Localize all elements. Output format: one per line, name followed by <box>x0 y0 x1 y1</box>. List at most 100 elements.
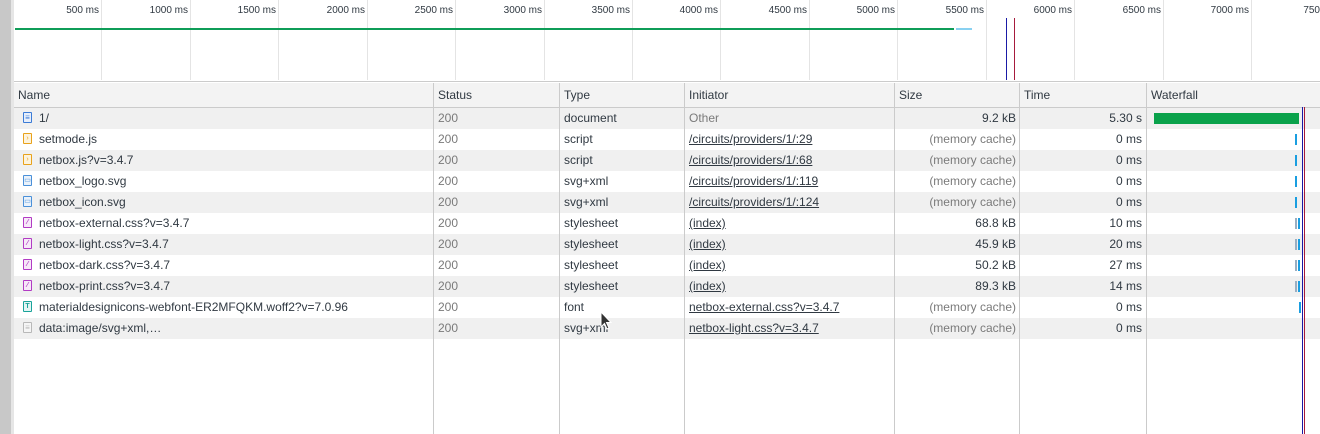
network-overview[interactable]: 500 ms 1000 ms 1500 ms 2000 ms 2500 ms 3… <box>14 0 1320 82</box>
column-header-status[interactable]: Status <box>434 83 472 107</box>
initiator-link[interactable]: (index) <box>689 276 889 297</box>
tick-line <box>367 0 368 80</box>
table-row[interactable]: netbox-dark.css?v=3.4.7 200 stylesheet (ind… <box>14 255 1320 276</box>
waterfall-bar <box>1295 239 1297 250</box>
initiator-text: Other <box>689 111 720 125</box>
request-time: 10 ms <box>1109 216 1142 230</box>
column-header-size[interactable]: Size <box>895 83 922 107</box>
column-divider[interactable] <box>894 83 895 434</box>
request-name[interactable]: netbox-light.css?v=3.4.7 <box>39 234 429 255</box>
table-row[interactable]: netbox-light.css?v=3.4.7 200 stylesheet (in… <box>14 234 1320 255</box>
request-time: 0 ms <box>1115 321 1142 335</box>
request-status: 200 <box>438 237 459 251</box>
tick-label: 7000 ms <box>1210 5 1249 16</box>
column-divider[interactable] <box>433 83 434 434</box>
request-size: (memory cache) <box>929 195 1016 209</box>
request-time: 5.30 s <box>1109 111 1142 125</box>
tick-line <box>1074 0 1075 80</box>
initiator-link[interactable]: /circuits/providers/1/:68 <box>689 150 889 171</box>
image-icon <box>23 175 32 186</box>
request-status: 200 <box>438 300 459 314</box>
waterfall-bar <box>1295 155 1297 166</box>
waterfall-bar <box>1295 176 1297 187</box>
table-row[interactable]: netbox_logo.svg 200 svg+xml/circuits/provi… <box>14 171 1320 192</box>
script-icon <box>23 133 32 144</box>
request-name[interactable]: netbox.js?v=3.4.7 <box>39 150 429 171</box>
tick-line <box>1163 0 1164 80</box>
table-row[interactable]: netbox-print.css?v=3.4.7 200 stylesheet (in… <box>14 276 1320 297</box>
overview-resource-bar <box>956 28 972 30</box>
request-name[interactable]: netbox-print.css?v=3.4.7 <box>39 276 429 297</box>
overview-document-bar <box>15 28 954 30</box>
waterfall-bar <box>1154 113 1299 124</box>
document-icon <box>23 112 32 123</box>
request-type: stylesheet <box>564 216 619 230</box>
waterfall-bar <box>1298 281 1300 292</box>
initiator-link[interactable]: /circuits/providers/1/:29 <box>689 129 889 150</box>
tick-line <box>1251 0 1252 80</box>
request-status: 200 <box>438 132 459 146</box>
column-header-waterfall[interactable]: Waterfall <box>1147 83 1198 107</box>
waterfall-load-line <box>1304 107 1305 434</box>
script-icon <box>23 154 32 165</box>
request-status: 200 <box>438 258 459 272</box>
column-divider[interactable] <box>684 83 685 434</box>
initiator-link[interactable]: /circuits/providers/1/:119 <box>689 171 889 192</box>
table-row[interactable]: netbox_icon.svg 200 svg+xml/circuits/provi… <box>14 192 1320 213</box>
column-divider[interactable] <box>559 83 560 434</box>
table-row[interactable]: setmode.js 200 script/circuits/providers/1… <box>14 129 1320 150</box>
table-row[interactable]: data:image/svg+xml,… 200 svg+xml netbox-lig… <box>14 318 1320 339</box>
request-status: 200 <box>438 279 459 293</box>
waterfall-bar <box>1295 260 1297 271</box>
initiator-link[interactable]: (index) <box>689 213 889 234</box>
column-header-type[interactable]: Type <box>560 83 590 107</box>
request-name[interactable]: setmode.js <box>39 129 429 150</box>
request-name[interactable]: netbox_icon.svg <box>39 192 429 213</box>
waterfall-dom-content-loaded-line <box>1302 107 1303 434</box>
column-header-initiator[interactable]: Initiator <box>685 83 728 107</box>
column-header-name[interactable]: Name <box>14 83 50 107</box>
request-time: 14 ms <box>1109 279 1142 293</box>
initiator-link[interactable]: netbox-external.css?v=3.4.7 <box>689 297 889 318</box>
column-divider[interactable] <box>1146 83 1147 434</box>
request-size: (memory cache) <box>929 300 1016 314</box>
table-row[interactable]: materialdesignicons-webfont-ER2MFQKM.wof… <box>14 297 1320 318</box>
initiator-link[interactable]: (index) <box>689 234 889 255</box>
request-name[interactable]: data:image/svg+xml,… <box>39 318 429 339</box>
request-time: 27 ms <box>1109 258 1142 272</box>
request-time: 0 ms <box>1115 132 1142 146</box>
tick-line <box>986 0 987 80</box>
request-type: stylesheet <box>564 237 619 251</box>
request-status: 200 <box>438 153 459 167</box>
table-row[interactable]: 1/200 document Other 9.2 kB 5.30 s <box>14 108 1320 129</box>
mouse-cursor-icon <box>600 311 612 330</box>
waterfall-bar <box>1298 239 1300 250</box>
tick-label: 3500 ms <box>591 5 630 16</box>
initiator-link[interactable]: /circuits/providers/1/:124 <box>689 192 889 213</box>
initiator-link[interactable]: netbox-light.css?v=3.4.7 <box>689 318 889 339</box>
font-icon <box>23 301 32 312</box>
initiator-link[interactable]: (index) <box>689 255 889 276</box>
request-type: script <box>564 132 593 146</box>
tick-line <box>455 0 456 80</box>
column-divider[interactable] <box>1019 83 1020 434</box>
tick-line <box>544 0 545 80</box>
request-time: 0 ms <box>1115 153 1142 167</box>
request-name[interactable]: netbox-dark.css?v=3.4.7 <box>39 255 429 276</box>
request-name[interactable]: materialdesignicons-webfont-ER2MFQKM.wof… <box>39 297 429 318</box>
waterfall-bar <box>1295 218 1297 229</box>
request-size: 68.8 kB <box>975 216 1016 230</box>
table-row[interactable]: netbox-external.css?v=3.4.7 200 stylesheet… <box>14 213 1320 234</box>
tick-label: 4000 ms <box>679 5 718 16</box>
table-row[interactable]: netbox.js?v=3.4.7 200 script/circuits/prov… <box>14 150 1320 171</box>
request-size: (memory cache) <box>929 174 1016 188</box>
request-size: (memory cache) <box>929 132 1016 146</box>
tick-line <box>809 0 810 80</box>
request-name[interactable]: netbox-external.css?v=3.4.7 <box>39 213 429 234</box>
data-icon <box>23 322 32 333</box>
tick-label: 500 ms <box>66 5 99 16</box>
request-size: (memory cache) <box>929 321 1016 335</box>
request-name[interactable]: 1/ <box>39 108 429 129</box>
request-name[interactable]: netbox_logo.svg <box>39 171 429 192</box>
column-header-time[interactable]: Time <box>1020 83 1050 107</box>
